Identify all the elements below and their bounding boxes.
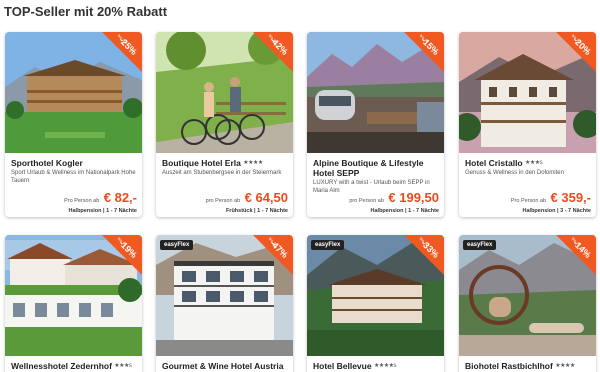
hotel-card[interactable]: bis zu -15% Alpine Boutique & Lifestyle …	[307, 32, 444, 217]
hotel-name-text: Boutique Hotel Erla	[162, 158, 241, 168]
hotel-card[interactable]: bis zu -19% Wellnesshotel Zedernhof ★★★s	[5, 235, 142, 372]
star-rating: ★★★★s	[373, 363, 397, 369]
hotel-name-text: Alpine Boutique & Lifestyle Hotel SEPP	[313, 158, 424, 178]
price-block: pro Person ab € 199,50 Halbpension | 1 -…	[349, 190, 439, 215]
hotel-card[interactable]: easyFlex bis zu -33% Hotel Bellevue ★★★★…	[307, 235, 444, 372]
board-info: Halbpension | 1 - 7 Nächte	[370, 208, 439, 214]
discount-ribbon: bis zu -15%	[404, 32, 444, 72]
hotel-name[interactable]: Hotel Cristallo ★★★s	[465, 158, 590, 168]
hotel-subtitle: Genuss & Wellness in den Dolomiten	[465, 170, 564, 176]
hotel-card[interactable]: bis zu -25% Sporthotel Kogler Sport Urla…	[5, 32, 142, 217]
hotel-name[interactable]: Wellnesshotel Zedernhof ★★★s	[11, 361, 136, 371]
board-info: Halbpension | 1 - 7 Nächte	[68, 208, 137, 214]
easyflex-badge: easyFlex	[463, 240, 497, 250]
star-rating: ★★★s	[114, 363, 132, 369]
hotel-card[interactable]: easyFlex bis zu -14% Biohotel Rastbichlh…	[459, 235, 596, 372]
hotel-subtitle: Sport Urlaub & Wellness im Nationalpark …	[11, 170, 136, 184]
hotel-photo[interactable]: bis zu -15%	[307, 32, 444, 153]
discount-ribbon: bis zu -14%	[556, 235, 596, 275]
hotel-card[interactable]: bis zu -20% Hotel Cristallo ★★★s Genuss …	[459, 32, 596, 217]
price-from-label: Pro Person ab	[64, 198, 100, 204]
hotel-photo[interactable]: bis zu -19%	[5, 235, 142, 356]
star-rating: ★★★★	[243, 160, 263, 166]
price-value: € 64,50	[244, 190, 288, 205]
board-info: Halbpension | 3 - 7 Nächte	[522, 208, 591, 214]
price-from-label: pro Person ab	[349, 198, 384, 204]
price-value: € 199,50	[388, 190, 439, 205]
discount-ribbon: bis zu -20%	[556, 32, 596, 72]
page-title: TOP-Seller mit 20% Rabatt	[4, 4, 168, 19]
hotel-name-text: Hotel Bellevue	[313, 361, 372, 371]
hotel-name[interactable]: Biohotel Rastbichlhof ★★★★	[465, 361, 590, 371]
star-rating: ★★★s	[525, 160, 543, 166]
discount-ribbon: bis zu -42%	[253, 32, 293, 72]
hotel-name-text: Hotel Cristallo	[465, 158, 523, 168]
hotel-card[interactable]: easyFlex bis zu -47% Gourmet & Wine Hote…	[156, 235, 293, 372]
hotel-photo[interactable]: easyFlex bis zu -47%	[156, 235, 293, 356]
board-info: Frühstück | 1 - 7 Nächte	[225, 208, 288, 214]
hotel-name-text: Wellnesshotel Zedernhof	[11, 361, 112, 371]
hotel-photo[interactable]: easyFlex bis zu -14%	[459, 235, 596, 356]
hotel-name[interactable]: Hotel Bellevue ★★★★s	[313, 361, 438, 371]
hotel-photo[interactable]: bis zu -20%	[459, 32, 596, 153]
discount-ribbon: bis zu -19%	[102, 235, 142, 275]
discount-ribbon: bis zu -25%	[102, 32, 142, 72]
hotel-card[interactable]: bis zu -42% Boutique Hotel Erla ★★★★ Aus…	[156, 32, 293, 217]
hotel-photo[interactable]: bis zu -25%	[5, 32, 142, 153]
price-block: Pro Person ab € 359,- Halbpension | 3 - …	[510, 190, 591, 215]
hotel-name[interactable]: Sporthotel Kogler	[11, 158, 136, 168]
price-from-label: pro Person ab	[205, 198, 241, 204]
hotel-photo[interactable]: bis zu -42%	[156, 32, 293, 153]
star-rating: ★★★★	[555, 363, 575, 369]
easyflex-badge: easyFlex	[160, 240, 194, 250]
hotel-name-text: Sporthotel Kogler	[11, 158, 83, 168]
price-value: € 359,-	[550, 190, 591, 205]
hotel-name-text: Biohotel Rastbichlhof	[465, 361, 553, 371]
hotel-subtitle: Auszeit am Stubenbergsee in der Steierma…	[162, 170, 282, 176]
hotel-name[interactable]: Boutique Hotel Erla ★★★★	[162, 158, 287, 168]
hotel-name-text: Gourmet & Wine Hotel Austria	[162, 361, 284, 371]
discount-ribbon: bis zu -47%	[253, 235, 293, 275]
easyflex-badge: easyFlex	[311, 240, 345, 250]
price-value: € 82,-	[103, 190, 137, 205]
hotel-name[interactable]: Gourmet & Wine Hotel Austria	[162, 361, 287, 371]
price-from-label: Pro Person ab	[510, 198, 547, 204]
hotel-name[interactable]: Alpine Boutique & Lifestyle Hotel SEPP	[313, 158, 438, 178]
price-block: pro Person ab € 64,50 Frühstück | 1 - 7 …	[205, 190, 288, 215]
hotel-photo[interactable]: easyFlex bis zu -33%	[307, 235, 444, 356]
discount-ribbon: bis zu -33%	[404, 235, 444, 275]
price-block: Pro Person ab € 82,- Halbpension | 1 - 7…	[64, 190, 137, 215]
